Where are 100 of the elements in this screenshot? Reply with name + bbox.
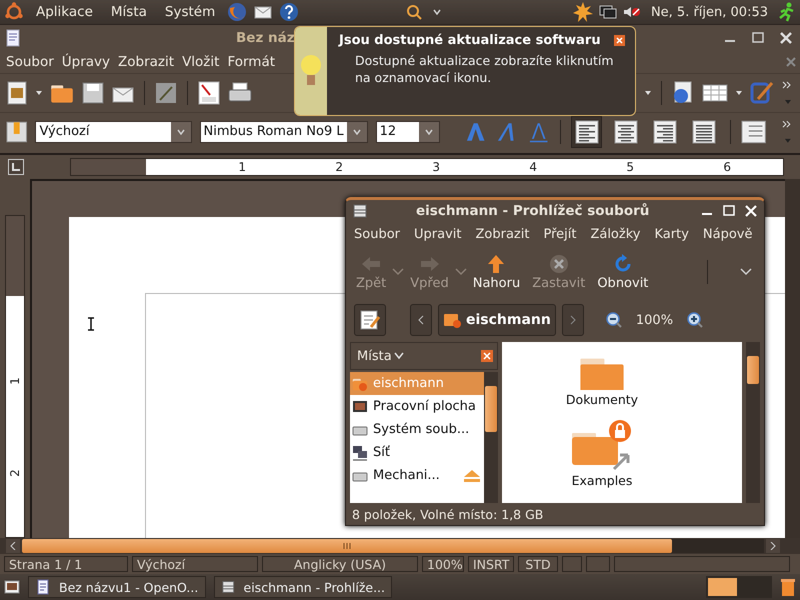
zoom-level: 100% [636,312,674,328]
zoom-in-icon[interactable] [687,312,704,328]
notification-message: Dostupné aktualizace zobrazíte kliknutím na oznamovací ikonu. [355,52,615,86]
file-cabinet-icon [221,579,236,595]
menu-item[interactable]: Zobrazit [475,226,530,242]
toolbar-button[interactable]: Obnovit [591,254,654,290]
close-icon[interactable] [778,30,794,46]
sidebar-item[interactable]: Systém soub... [350,418,484,441]
network-icon [352,444,368,460]
location-toggle-button[interactable] [354,304,386,336]
menu-item[interactable]: Záložky [590,226,640,242]
trash-icon[interactable] [780,577,796,597]
maximize-icon[interactable] [750,30,766,46]
caret-icon [736,90,742,96]
menu-item[interactable]: Přejít [543,226,576,242]
document-icon [6,29,20,47]
menu-item[interactable]: Upravit [414,226,462,242]
status-field: Strana 1 / 1 [4,556,128,572]
sidebar-item[interactable]: Mechani... [350,464,484,487]
status-field [562,556,582,572]
clock[interactable]: Ne, 5. říjen, 00:53 [650,4,768,20]
sidebar-item[interactable]: Pracovní plocha [350,395,484,418]
ruler-number: 2 [8,469,22,477]
stop-icon [548,254,570,274]
ruler-number: 6 [723,159,731,175]
workspace-switcher[interactable] [706,576,772,598]
scroll-left-button[interactable] [6,539,20,553]
chevron-down-icon [394,352,404,360]
display-icon[interactable] [598,4,617,20]
volume-muted-icon[interactable] [622,4,641,20]
style-combo[interactable]: Výchozí [35,121,192,143]
file-item[interactable]: Examples [570,419,634,488]
caret-icon [432,9,441,15]
chevron-left-icon [418,315,424,325]
panel-menu[interactable]: Systém [158,4,222,20]
menu-item[interactable]: Vložit [178,54,224,70]
ruler-number: 5 [626,159,634,175]
taskbar-button[interactable]: Bez názvu1 - OpenO... [28,576,206,598]
caret-icon [36,90,42,96]
styles-icon[interactable] [6,120,28,144]
chevron-right-icon [570,315,576,325]
panel-menu[interactable]: Místa [104,4,153,20]
status-field: Anglicky (USA) [262,556,418,572]
corner-tab-icon [12,163,20,171]
running-person-icon[interactable] [778,2,796,22]
chevron-down-icon[interactable] [740,268,752,276]
help-icon[interactable] [279,2,300,22]
menu-item[interactable]: Úpravy [58,54,114,70]
menu-item[interactable]: Formát [223,54,280,70]
vertical-scrollbar[interactable] [785,179,800,538]
numbered-list-icon[interactable] [740,120,766,144]
menu-item[interactable]: Nápově [702,226,752,242]
printer-icon[interactable] [228,82,252,104]
caret-icon [352,129,361,135]
path-button[interactable]: eischmann [438,304,556,336]
caret-icon [645,90,651,96]
notification-title: Jsou dostupné aktualizace softwaru [339,33,602,48]
draw-icon[interactable] [750,81,774,105]
save-icon[interactable] [82,82,104,104]
menu-item[interactable]: Soubor [2,54,58,70]
taskbar-button[interactable]: eischmann - Prohlíže... [214,576,392,598]
toolbar-button[interactable]: Nahoru [466,254,526,290]
caret-icon [176,129,184,135]
font-combo[interactable]: Nimbus Roman No9 L [200,121,368,143]
status-field: STD [518,556,558,572]
file-item[interactable]: Dokumenty [566,350,638,407]
menu-item[interactable]: Soubor [354,226,400,242]
align-button[interactable] [571,116,602,148]
ruler-number: 1 [238,159,246,175]
scroll-right-button[interactable] [766,539,780,553]
font-size-combo[interactable]: 12 [376,121,440,143]
sidebar-item[interactable]: Síť [350,441,484,464]
text-cursor-icon [87,317,95,331]
window-title: Bez náz [236,30,295,46]
sidebar-scrollbar[interactable] [484,372,498,503]
status-text: 8 položek, Volné místo: 1,8 GB [351,506,544,524]
tab-stop-button[interactable] [8,159,24,175]
menu-item[interactable]: Zobrazit [114,54,178,70]
ruler-number: 1 [8,377,22,385]
show-desktop-icon[interactable] [4,580,20,594]
zoom-out-icon[interactable] [606,312,622,328]
pdf-icon[interactable] [198,81,220,105]
edit-file-icon[interactable] [155,82,177,104]
panel-menu[interactable]: Aplikace [30,4,99,20]
icon-view-scrollbar[interactable] [746,342,760,503]
file-cabinet-icon [352,203,368,219]
new-document-icon[interactable] [6,80,28,106]
table-icon[interactable] [702,83,728,103]
locked-folder-icon [570,419,634,471]
maximize-icon[interactable] [722,204,736,218]
menu-item[interactable]: Karty [654,226,689,242]
status-field: 100% [422,556,464,572]
edit-document-icon [359,309,381,331]
status-field [586,556,610,572]
ruler-number: 4 [529,159,537,175]
desktop-icon [352,398,368,414]
chevron-left-icon [10,542,16,550]
update-star-icon[interactable] [572,2,593,22]
overflow-icon[interactable] [782,80,794,106]
globe-document-icon[interactable] [672,81,694,105]
